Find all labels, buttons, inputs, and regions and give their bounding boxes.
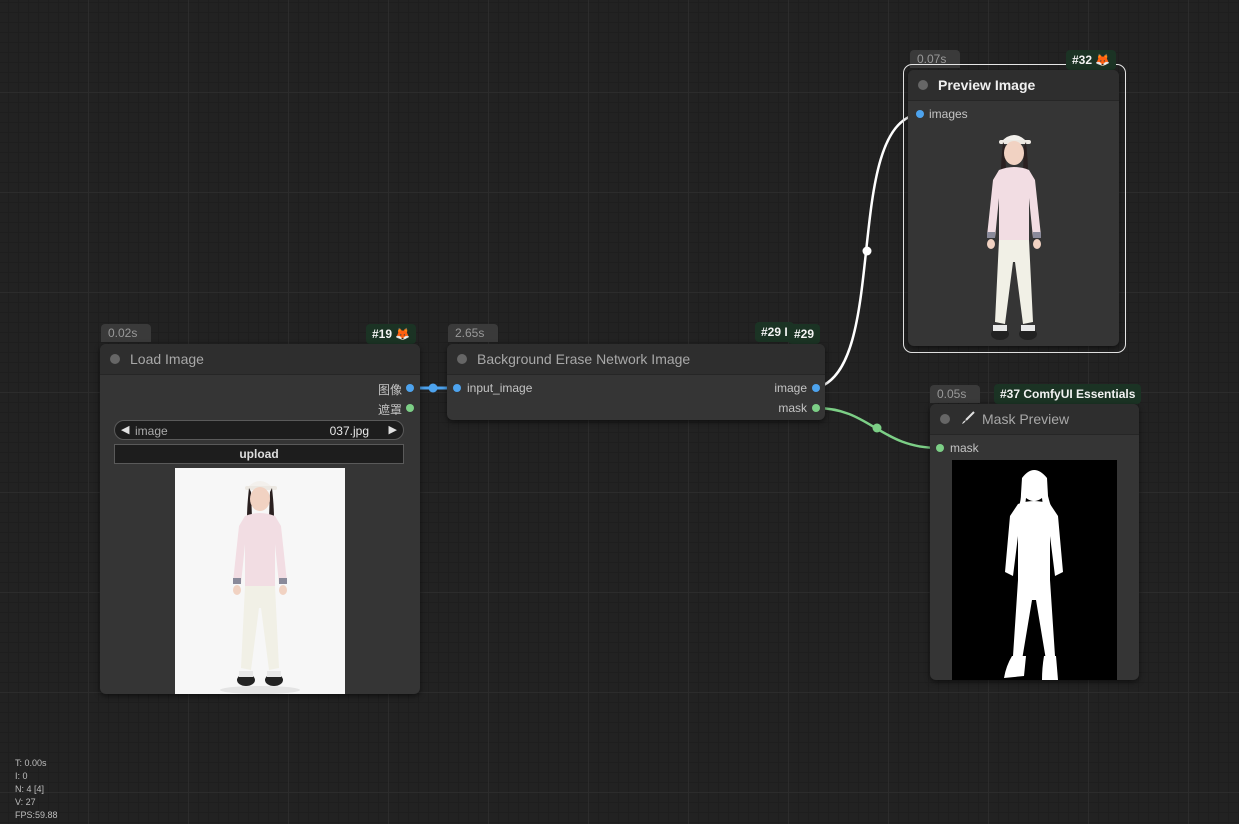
stats-time: T: 0.00s (15, 758, 47, 768)
output-label-mask: mask (778, 401, 807, 415)
collapse-toggle[interactable] (110, 354, 120, 364)
background-erase-node[interactable]: Background Erase Network Image input_ima… (447, 344, 825, 420)
link-midpoint[interactable] (872, 423, 882, 433)
collapse-toggle[interactable] (918, 80, 928, 90)
input-slot-image[interactable] (453, 384, 461, 392)
stats-overlay: T: 0.00s I: 0 N: 4 [4] V: 27 FPS:59.88 (15, 757, 58, 822)
input-label: input_image (467, 381, 533, 395)
combo-value: 037.jpg (329, 424, 369, 438)
node-id-badge: #19 🦊 (366, 324, 417, 344)
arrow-left-icon[interactable]: ◀ (121, 423, 129, 436)
node-title-bar[interactable]: Load Image (100, 344, 420, 375)
node-title-bar[interactable]: Background Erase Network Image (447, 344, 825, 375)
node-time-badge: 0.02s (101, 324, 151, 342)
output-label-image: 图像 (377, 383, 402, 397)
link-midpoint[interactable] (428, 383, 438, 393)
node-title: Preview Image (938, 77, 1036, 93)
mask-preview-node[interactable]: Mask Preview mask (930, 404, 1139, 680)
combo-label: image (135, 424, 168, 438)
output-label-mask: 遮罩 (377, 403, 402, 417)
input-slot-mask[interactable] (936, 444, 944, 452)
node-title-bar[interactable]: Preview Image (908, 70, 1119, 101)
node-id-badge: #29 (788, 324, 821, 344)
output-slot-image[interactable] (406, 384, 414, 392)
node-id-badge: #32 🦊 (1066, 50, 1117, 70)
loaded-image-preview (175, 468, 345, 694)
node-title: Mask Preview (982, 411, 1070, 427)
preview-output-image (987, 135, 1041, 340)
upload-button[interactable]: upload (114, 444, 404, 464)
node-time-badge: 0.05s (930, 385, 980, 403)
stats-iterations: I: 0 (15, 771, 28, 781)
collapse-toggle[interactable] (940, 414, 950, 424)
node-title: Background Erase Network Image (477, 351, 691, 367)
node-title: Load Image (130, 351, 204, 367)
node-time-badge: 2.65s (448, 324, 498, 342)
brush-icon (960, 410, 976, 426)
node-id-badge: #37 ComfyUI Essentials (994, 384, 1142, 404)
stats-visible: V: 27 (15, 797, 36, 807)
collapse-toggle[interactable] (457, 354, 467, 364)
output-slot-mask[interactable] (812, 404, 820, 412)
output-slot-image[interactable] (812, 384, 820, 392)
input-label: mask (950, 441, 979, 455)
load-image-node[interactable]: Load Image 图像 遮罩 ◀ image 037.jpg ▶ uploa… (100, 344, 420, 694)
image-combo-widget[interactable]: ◀ image 037.jpg ▶ (114, 420, 404, 440)
stats-fps: FPS:59.88 (15, 810, 58, 820)
input-label: images (929, 107, 968, 121)
output-label-image: image (774, 381, 807, 395)
link-midpoint[interactable] (862, 246, 872, 256)
node-title-bar[interactable]: Mask Preview (930, 404, 1139, 435)
stats-nodes: N: 4 [4] (15, 784, 45, 794)
output-slot-mask[interactable] (406, 404, 414, 412)
preview-image-node[interactable]: Preview Image images (908, 70, 1119, 346)
mask-output-image (952, 460, 1117, 680)
arrow-right-icon[interactable]: ▶ (389, 423, 397, 436)
input-slot-images[interactable] (916, 110, 924, 118)
